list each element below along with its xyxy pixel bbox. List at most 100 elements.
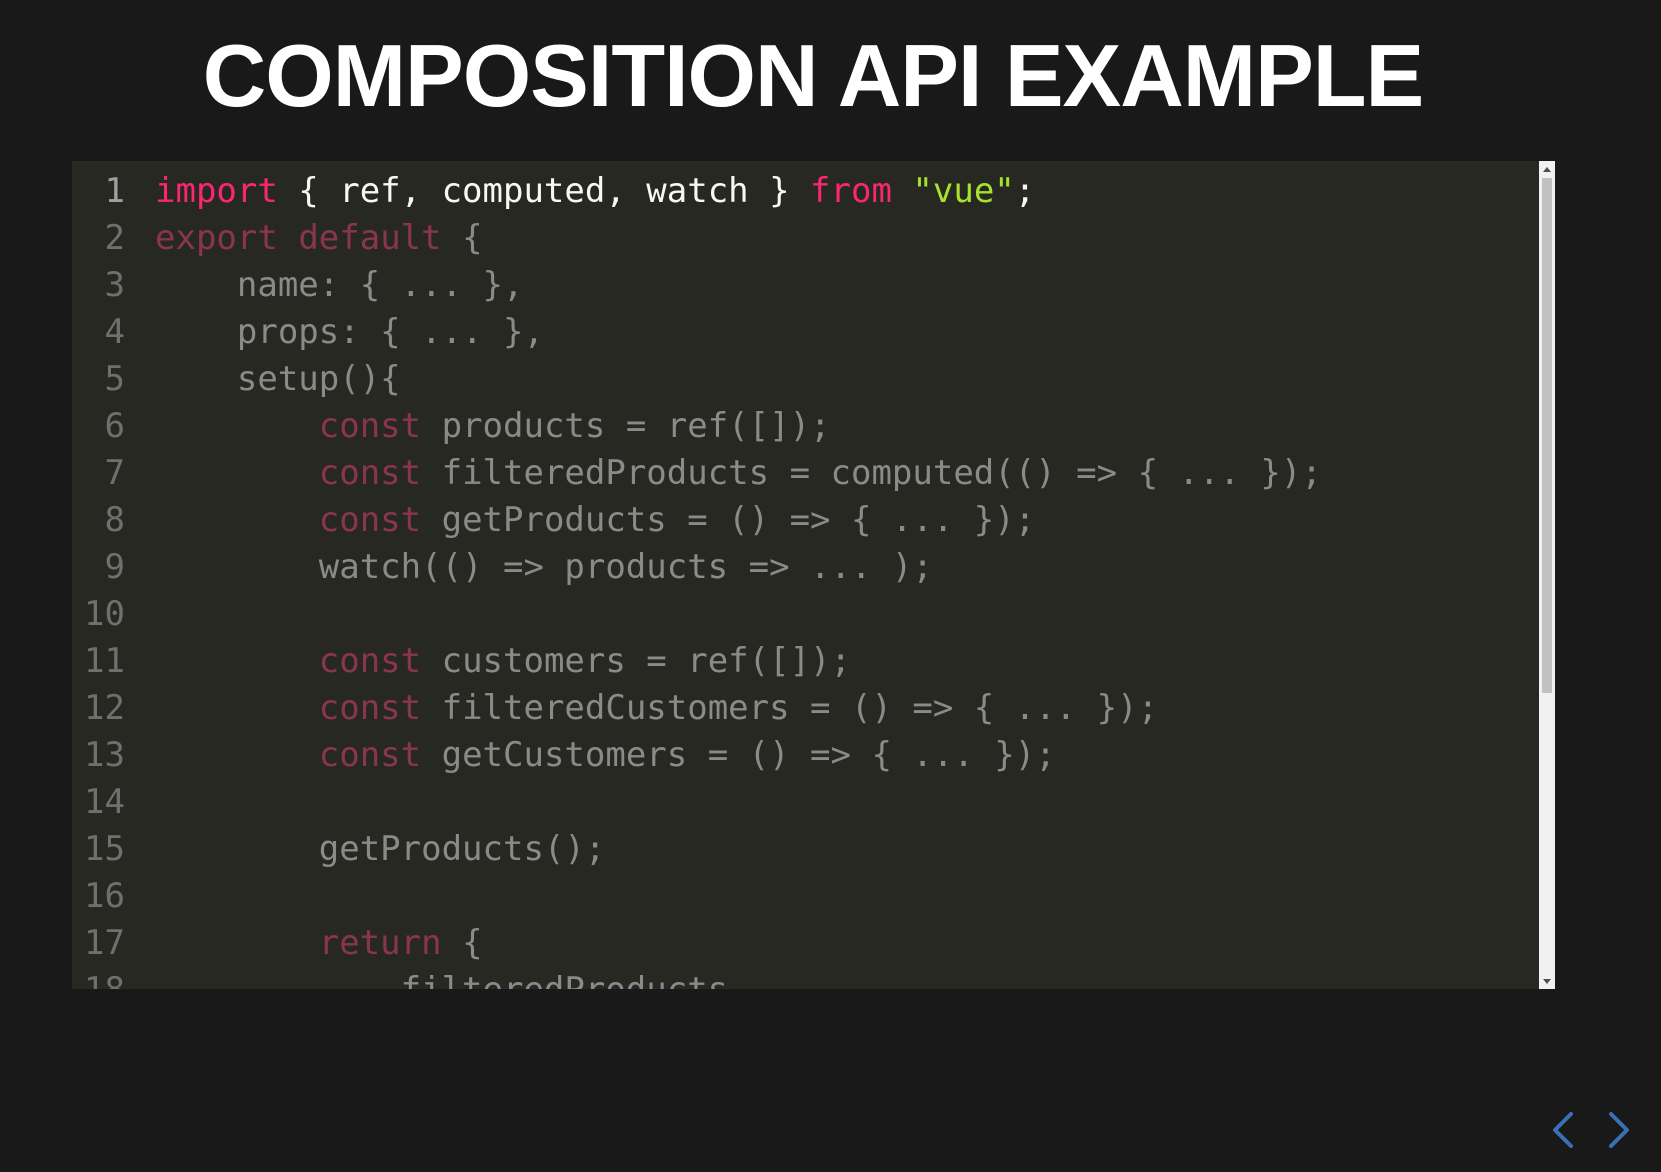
code-text: filteredProducts = computed(() => { ... … [421, 452, 1322, 493]
vertical-scrollbar[interactable] [1539, 161, 1555, 989]
line-number: 11 [84, 640, 125, 681]
code-text: getCustomers = () => { ... }); [421, 734, 1056, 775]
code-line: 7 const filteredProducts = computed(() =… [72, 449, 1539, 496]
line-number: 6 [104, 405, 125, 446]
line-number: 14 [84, 781, 125, 822]
line-code: import { ref, computed, watch } from "vu… [155, 171, 1035, 211]
code-line: 9 watch(() => products => ... ); [72, 543, 1539, 590]
code-text: { [441, 922, 483, 963]
code-line: 15 getProducts(); [72, 825, 1539, 872]
code-line: 5 setup(){ [72, 355, 1539, 402]
line-code: setup(){ [155, 359, 401, 399]
code-keyword: return [318, 922, 442, 963]
code-line: 10 [72, 590, 1539, 637]
line-number: 8 [104, 499, 125, 540]
code-line: 13 const getCustomers = () => { ... }); [72, 731, 1539, 778]
code-line: 3 name: { ... }, [72, 261, 1539, 308]
line-number: 13 [84, 734, 125, 775]
code-text: { [441, 217, 483, 258]
line-code: const filteredCustomers = () => { ... })… [155, 688, 1158, 728]
code-keyword: const [318, 405, 422, 446]
code-line: 17 return { [72, 919, 1539, 966]
line-code: filteredProducts, [155, 970, 749, 990]
line-number: 18 [72, 970, 155, 990]
code-keyword: const [318, 640, 422, 681]
code-line: 4 props: { ... }, [72, 308, 1539, 355]
slide-title: COMPOSITION API EXAMPLE [202, 26, 1425, 125]
line-number: 15 [84, 828, 125, 869]
code-line: 1 import { ref, computed, watch } from "v… [72, 167, 1539, 214]
code-keyword: const [318, 499, 422, 540]
code-text: filteredProducts, [155, 970, 749, 990]
line-number: 5 [104, 358, 125, 399]
code-line: 8 const getProducts = () => { ... }); [72, 496, 1539, 543]
line-code: const getProducts = () => { ... }); [155, 500, 1035, 540]
line-number: 1 [104, 170, 125, 211]
code-text: getProducts = () => { ... }); [421, 499, 1036, 540]
code-text: { ref, computed, watch } [277, 170, 811, 211]
scroll-up-arrow-icon[interactable] [1539, 161, 1555, 177]
line-number: 10 [84, 593, 125, 634]
code-text: name: { ... }, [155, 264, 524, 305]
code-keyword: const [318, 734, 422, 775]
previous-slide-button[interactable] [1541, 1108, 1585, 1152]
chevron-right-icon [1609, 1112, 1629, 1148]
line-code: export default { [155, 218, 483, 258]
code-keyword: export [155, 217, 278, 258]
next-slide-button[interactable] [1597, 1108, 1641, 1152]
code-keyword: const [318, 452, 422, 493]
line-code: return { [155, 923, 483, 963]
line-code: name: { ... }, [155, 264, 524, 305]
code-text: setup(){ [155, 358, 401, 399]
line-code: const products = ref([]); [155, 406, 831, 446]
chevron-left-icon [1553, 1112, 1573, 1148]
line-number: 7 [104, 452, 125, 493]
line-number: 12 [84, 687, 125, 728]
line-code: props: { ... }, [155, 312, 544, 352]
code-keyword: const [318, 687, 422, 728]
line-code: const getCustomers = () => { ... }); [155, 735, 1056, 775]
code-text: ; [1014, 170, 1036, 211]
code-keyword: default [298, 217, 442, 258]
line-code: getProducts(); [155, 828, 606, 869]
code-block[interactable]: 1 import { ref, computed, watch } from "v… [72, 161, 1555, 989]
line-number: 3 [104, 264, 125, 305]
line-code: const filteredProducts = computed(() => … [155, 453, 1322, 493]
scrollbar-thumb[interactable] [1542, 178, 1552, 693]
slide: COMPOSITION API EXAMPLE 1 import { ref, c… [0, 0, 1661, 1172]
code-line: 11 const customers = ref([]); [72, 637, 1539, 684]
line-number: 9 [104, 546, 125, 587]
code-text: filteredCustomers = () => { ... }); [421, 687, 1159, 728]
line-code: const customers = ref([]); [155, 641, 851, 681]
line-number: 17 [84, 922, 125, 963]
code-keyword: from [810, 170, 892, 211]
code-line: 16 [72, 872, 1539, 919]
code-text: props: { ... }, [155, 311, 544, 352]
code-line: 6 const products = ref([]); [72, 402, 1539, 449]
code-string: "vue" [912, 170, 1015, 211]
code-text: getProducts(); [155, 828, 606, 869]
code-text: customers = ref([]); [421, 640, 851, 681]
code-line: 18 filteredProducts, [72, 966, 1539, 990]
code-lines[interactable]: 1 import { ref, computed, watch } from "v… [72, 161, 1539, 990]
line-code: watch(() => products => ... ); [155, 547, 933, 587]
scroll-down-arrow-icon[interactable] [1539, 973, 1555, 989]
code-text: watch(() => products => ... ); [155, 546, 933, 587]
line-number: 4 [104, 311, 125, 352]
line-number: 16 [84, 875, 125, 916]
code-text: products = ref([]); [421, 405, 831, 446]
line-number: 2 [104, 217, 125, 258]
code-line: 14 [72, 778, 1539, 825]
code-line: 12 const filteredCustomers = () => { ...… [72, 684, 1539, 731]
code-line: 2 export default { [72, 214, 1539, 261]
slide-navigation [1541, 1108, 1661, 1152]
